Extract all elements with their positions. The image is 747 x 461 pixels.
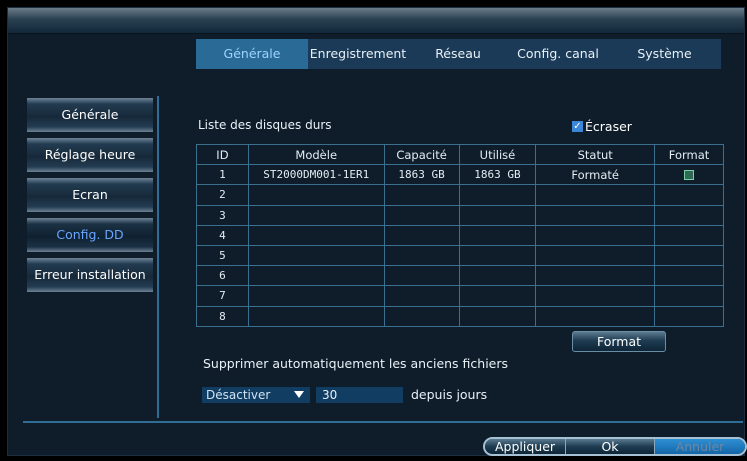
col-format: Format [654,143,724,166]
top-tabs: Générale Enregistrement Réseau Config. c… [196,39,721,69]
days-label: depuis jours [411,387,488,402]
tab-systeme[interactable]: Système [608,39,721,69]
cell-used [458,265,537,287]
table-row[interactable]: 3 [196,204,724,226]
cell-used [458,305,537,327]
col-capacity: Capacité [383,143,460,166]
cell-used [458,224,537,246]
cell-model [247,285,385,307]
cell-format [654,164,724,186]
cell-model [247,224,385,246]
cell-format [654,244,724,267]
sidebar-item-generale[interactable]: Générale [27,98,153,132]
col-status: Statut [535,143,656,166]
cell-used [458,285,537,307]
cell-model [247,265,385,287]
cell-status [535,224,656,246]
tab-config-canal[interactable]: Config. canal [508,39,608,69]
cell-capacity [383,224,460,246]
cell-status [535,305,656,327]
ok-button[interactable]: Ok [565,439,655,454]
table-row[interactable]: 6 [196,265,724,287]
col-used: Utilisé [458,143,537,166]
cell-capacity [383,244,460,267]
chevron-down-icon [294,391,304,398]
sidebar-item-config-dd[interactable]: Config. DD [27,218,153,252]
cell-id: 7 [196,285,249,307]
table-row[interactable]: 7 [196,285,724,307]
cell-id: 8 [196,305,249,327]
sidebar: Générale Réglage heure Ecran Config. DD … [27,98,153,298]
auto-delete-select[interactable]: Désactiver [202,387,310,403]
cell-used: 1863 GB [458,164,537,186]
cell-format [654,305,724,327]
cell-capacity [383,285,460,307]
tab-generale[interactable]: Générale [196,39,308,69]
cell-format [654,224,724,246]
format-checkbox[interactable] [684,170,695,181]
tab-reseau[interactable]: Réseau [408,39,508,69]
auto-delete-select-value: Désactiver [206,388,271,402]
days-input[interactable]: 30 [316,387,403,403]
cell-format [654,265,724,287]
tab-enregistrement[interactable]: Enregistrement [308,39,408,69]
table-row[interactable]: 8 [196,305,724,327]
cancel-button[interactable]: Annuler [655,439,745,454]
table-header-row: ID Modèle Capacité Utilisé Statut Format [196,143,724,166]
cell-used [458,244,537,267]
cell-status: Formaté [535,164,656,186]
cell-status [535,265,656,287]
checkmark-icon: ✓ [572,121,583,132]
overwrite-checkbox[interactable]: ✓ Écraser [572,119,632,134]
col-id: ID [196,143,249,166]
cell-status [535,244,656,267]
hdd-list-title: Liste des disques durs [198,118,332,132]
footer-buttons: Appliquer Ok Annuler [483,437,747,456]
cell-id: 1 [196,164,249,186]
table-row[interactable]: 1 ST2000DM001-1ER1 1863 GB 1863 GB Forma… [196,164,724,186]
cell-model [247,204,385,226]
cell-capacity [383,184,460,206]
cell-capacity: 1863 GB [383,164,460,186]
overwrite-label: Écraser [585,119,632,134]
table-row[interactable]: 4 [196,224,724,246]
table-row[interactable]: 5 [196,244,724,267]
sidebar-divider [157,96,159,418]
format-button[interactable]: Format [572,331,666,352]
sidebar-item-erreur-installation[interactable]: Erreur installation [27,258,153,292]
table-row[interactable]: 2 [196,184,724,206]
cell-id: 6 [196,265,249,287]
auto-delete-label: Supprimer automatiquement les anciens fi… [203,356,509,371]
footer-divider [23,421,743,423]
col-model: Modèle [247,143,385,166]
cell-id: 2 [196,184,249,206]
cell-model [247,244,385,267]
cell-used [458,204,537,226]
cell-model [247,184,385,206]
cell-status [535,184,656,206]
cell-model [247,305,385,327]
title-bar [8,8,744,34]
cell-model: ST2000DM001-1ER1 [247,164,385,186]
cell-used [458,184,537,206]
cell-id: 4 [196,224,249,246]
cell-id: 5 [196,244,249,267]
cell-capacity [383,265,460,287]
cell-format [654,285,724,307]
dvr-settings-window: Générale Enregistrement Réseau Config. c… [7,7,747,456]
sidebar-item-reglage-heure[interactable]: Réglage heure [27,138,153,172]
cell-status [535,285,656,307]
cell-id: 3 [196,204,249,226]
cell-capacity [383,305,460,327]
apply-button[interactable]: Appliquer [485,439,565,454]
cell-capacity [383,204,460,226]
hdd-table: ID Modèle Capacité Utilisé Statut Format… [196,143,724,327]
cell-format [654,204,724,226]
cell-status [535,204,656,226]
sidebar-item-ecran[interactable]: Ecran [27,178,153,212]
cell-format [654,184,724,206]
